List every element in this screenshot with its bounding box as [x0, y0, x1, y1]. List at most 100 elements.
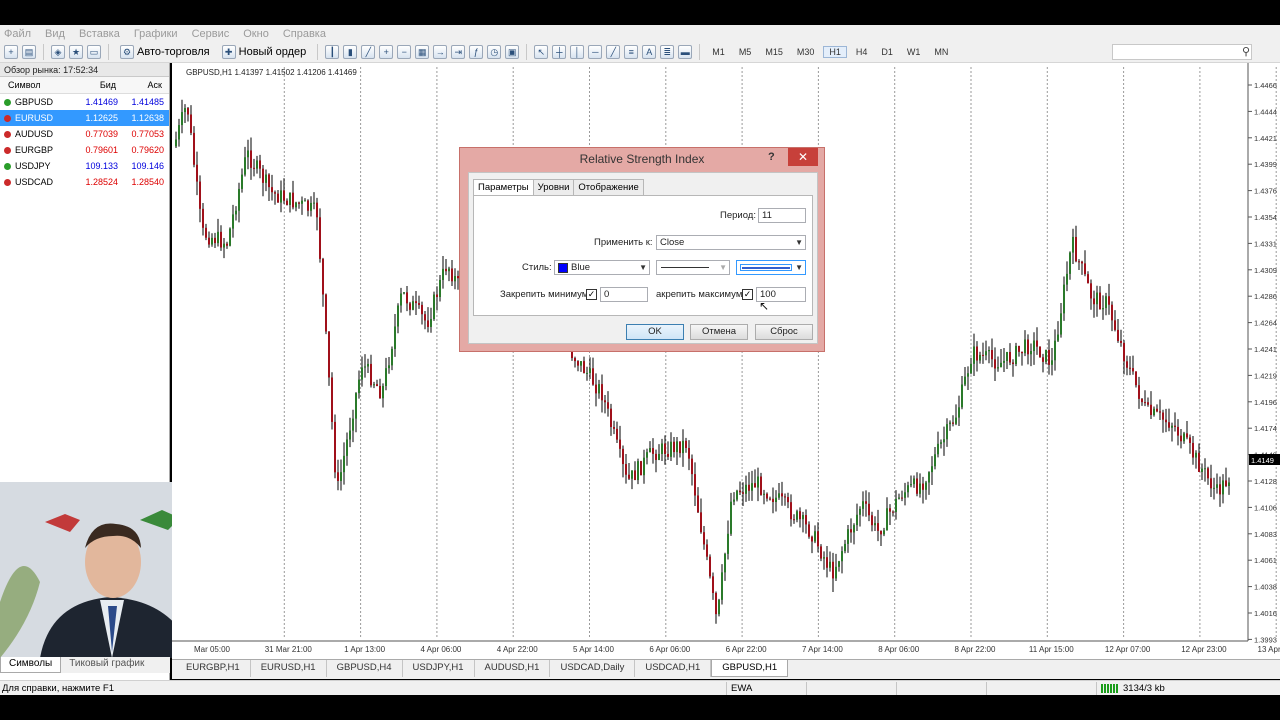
timeframe-h1[interactable]: H1	[823, 46, 847, 58]
timeframe-m1[interactable]: M1	[707, 47, 730, 57]
tab-display[interactable]: Отображение	[573, 179, 644, 196]
color-select[interactable]: Blue ▼	[554, 260, 650, 275]
profiles-icon[interactable]: ▤	[22, 45, 36, 59]
chart-shift-icon[interactable]: ⇥	[451, 45, 466, 59]
candle-body	[943, 439, 945, 443]
tab-parameters[interactable]: Параметры	[473, 179, 534, 196]
bar-chart-icon[interactable]: ┃	[325, 45, 340, 59]
menu-insert[interactable]: Вставка	[79, 28, 120, 40]
timeframe-m5[interactable]: M5	[734, 47, 757, 57]
line-style-select[interactable]: ▼	[656, 260, 730, 275]
tile-windows-icon[interactable]: ▦	[415, 45, 430, 59]
fibonacci-icon[interactable]: ≣	[660, 45, 675, 59]
dialog-body: Параметры Уровни Отображение Период: 11 …	[468, 172, 818, 344]
line-width-select[interactable]: ▼	[736, 260, 806, 275]
column-bid[interactable]: Бид	[82, 80, 116, 90]
candle-body	[367, 363, 369, 367]
candle-body	[1102, 308, 1104, 310]
channel-icon[interactable]: ≡	[624, 45, 639, 59]
market-watch-row[interactable]: GBPUSD 1.41469 1.41485	[0, 94, 169, 110]
candle-body	[703, 532, 705, 545]
chart-tab-gbpusd-h4[interactable]: GBPUSD,H4	[327, 660, 403, 677]
autotrade-button[interactable]: ⚙ Авто-торговля	[116, 43, 214, 61]
zoom-in-icon[interactable]: +	[379, 45, 394, 59]
timeframe-m15[interactable]: M15	[760, 47, 788, 57]
market-watch-row[interactable]: EURGBP 0.79601 0.79620	[0, 142, 169, 158]
fix-min-checkbox[interactable]: ✓	[586, 289, 597, 300]
reset-button[interactable]: Сброс	[755, 324, 813, 340]
zoom-out-icon[interactable]: −	[397, 45, 412, 59]
menu-view[interactable]: Вид	[45, 28, 65, 40]
chart-tab-audusd-h1[interactable]: AUDUSD,H1	[475, 660, 551, 677]
indicators-icon[interactable]: ƒ	[469, 45, 484, 59]
market-watch-icon[interactable]: ◈	[51, 45, 65, 59]
autoscroll-icon[interactable]: →	[433, 45, 448, 59]
candle-body	[664, 443, 666, 454]
timeframe-m30[interactable]: M30	[792, 47, 820, 57]
direction-arrow-icon	[4, 130, 11, 138]
menu-window[interactable]: Окно	[243, 28, 269, 40]
candle-body	[319, 217, 321, 259]
menu-tools[interactable]: Сервис	[192, 28, 230, 40]
crosshair-icon[interactable]: ┼	[552, 45, 567, 59]
timeframe-w1[interactable]: W1	[902, 47, 926, 57]
templates-icon[interactable]: ▣	[505, 45, 520, 59]
symbol-name: EURUSD	[15, 113, 54, 123]
help-icon[interactable]: ?	[768, 151, 775, 163]
fix-min-input[interactable]: 0	[600, 287, 648, 302]
text-icon[interactable]: A	[642, 45, 657, 59]
column-ask[interactable]: Аск	[116, 80, 162, 90]
chart-tab-eurgbp-h1[interactable]: EURGBP,H1	[176, 660, 251, 677]
horizontal-line-icon[interactable]: ─	[588, 45, 603, 59]
navigator-icon[interactable]: ★	[69, 45, 83, 59]
terminal-icon[interactable]: ▭	[87, 45, 101, 59]
timeframe-d1[interactable]: D1	[876, 47, 898, 57]
periods-icon[interactable]: ◷	[487, 45, 502, 59]
label-icon[interactable]: ▬	[678, 45, 693, 59]
chart-tab-usdcad-daily[interactable]: USDCAD,Daily	[550, 660, 636, 677]
new-order-button[interactable]: ✚ Новый ордер	[218, 43, 311, 61]
candle-body	[598, 384, 600, 394]
tab-tick-chart[interactable]: Тиковый график	[61, 657, 152, 673]
candle-body	[889, 508, 891, 512]
cancel-button[interactable]: Отмена	[690, 324, 748, 340]
candle-chart-icon[interactable]: ▮	[343, 45, 358, 59]
market-watch-row[interactable]: EURUSD 1.12625 1.12638	[0, 110, 169, 126]
period-input[interactable]: 11	[758, 208, 806, 223]
chart-tab-eurusd-h1[interactable]: EURUSD,H1	[251, 660, 327, 677]
candle-body	[1111, 304, 1113, 321]
close-icon[interactable]: ✕	[788, 148, 818, 166]
trendline-icon[interactable]: ╱	[606, 45, 621, 59]
market-watch-row[interactable]: USDJPY 109.133 109.146	[0, 158, 169, 174]
line-chart-icon[interactable]: ╱	[361, 45, 376, 59]
search-input[interactable]	[1112, 44, 1252, 60]
cursor-icon[interactable]: ↖	[534, 45, 549, 59]
menu-charts[interactable]: Графики	[134, 28, 178, 40]
timeframe-mn[interactable]: MN	[929, 47, 953, 57]
market-watch-row[interactable]: AUDUSD 0.77039 0.77053	[0, 126, 169, 142]
market-watch-row[interactable]: USDCAD 1.28524 1.28540	[0, 174, 169, 190]
new-chart-icon[interactable]: +	[4, 45, 18, 59]
timeframe-h4[interactable]: H4	[851, 47, 873, 57]
tab-levels[interactable]: Уровни	[532, 179, 575, 196]
ok-button[interactable]: OK	[626, 324, 684, 340]
candle-body	[226, 243, 228, 246]
candle-body	[772, 498, 774, 503]
candle-body	[1225, 480, 1227, 486]
fix-max-checkbox[interactable]: ✓	[742, 289, 753, 300]
column-symbol[interactable]: Символ	[0, 80, 82, 90]
ask-cell: 1.12638	[131, 113, 164, 123]
apply-to-select[interactable]: Close ▼	[656, 235, 806, 250]
candle-body	[289, 192, 291, 205]
chart-tab-usdjpy-h1[interactable]: USDJPY,H1	[403, 660, 475, 677]
bid-cell: 1.41469	[85, 97, 118, 107]
menu-file[interactable]: Файл	[4, 28, 31, 40]
search-icon[interactable]: ⚲	[1242, 45, 1250, 58]
vertical-line-icon[interactable]: │	[570, 45, 585, 59]
tab-symbols[interactable]: Символы	[0, 657, 62, 673]
time-tick-label: 12 Apr 07:00	[1105, 645, 1151, 654]
chart-tab-gbpusd-h1[interactable]: GBPUSD,H1	[711, 660, 789, 677]
chart-tab-usdcad-h1[interactable]: USDCAD,H1	[635, 660, 712, 677]
price-tick-label: 1.4399	[1254, 160, 1277, 169]
menu-help[interactable]: Справка	[283, 28, 326, 40]
